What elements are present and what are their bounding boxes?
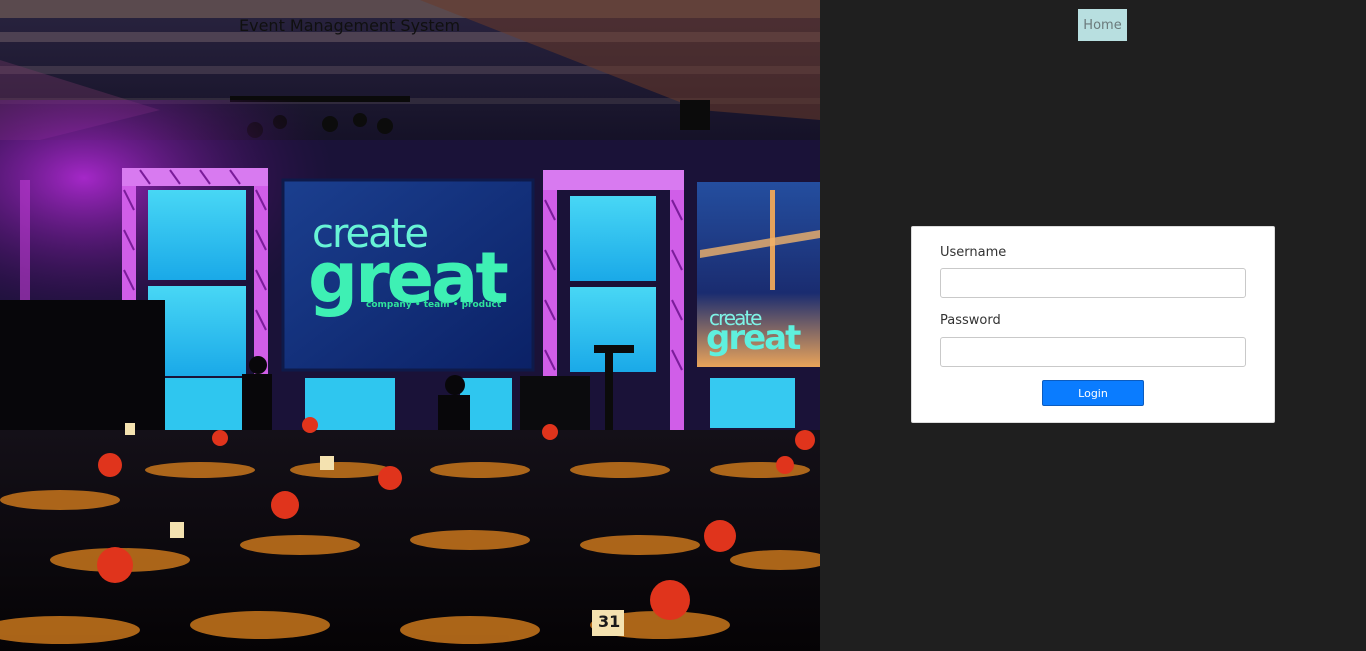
password-label: Password	[940, 313, 1001, 328]
site-title: Event Management System	[239, 16, 461, 35]
login-button[interactable]: Login	[1042, 380, 1144, 406]
table-number-card: 31	[598, 612, 621, 631]
venue-illustration	[0, 0, 820, 651]
password-input[interactable]	[940, 337, 1246, 367]
side-screen-text-great: great	[706, 318, 801, 358]
event-venue-photo: create great company • team • product cr…	[0, 0, 820, 651]
login-page: create great company • team • product cr…	[0, 0, 1366, 651]
nav-home-link[interactable]: Home	[1078, 9, 1127, 41]
login-form: Username Password Login	[911, 226, 1275, 423]
username-input[interactable]	[940, 268, 1246, 298]
screen-tagline: company • team • product	[366, 300, 502, 310]
username-label: Username	[940, 245, 1007, 260]
